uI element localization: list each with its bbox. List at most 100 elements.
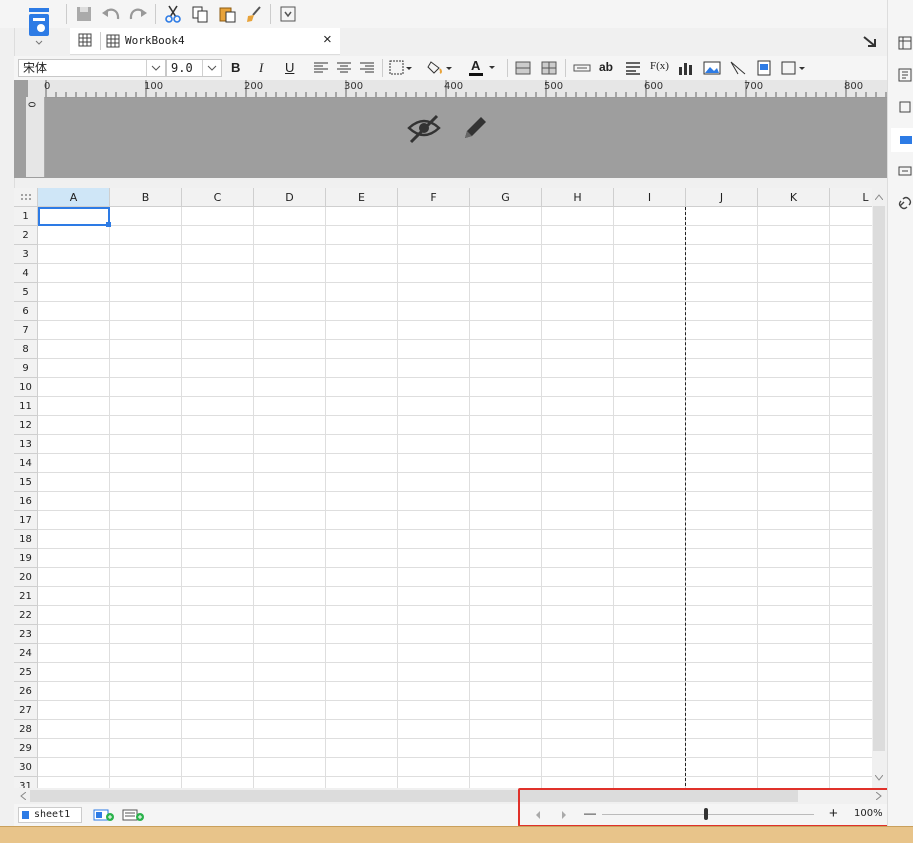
cell-j26[interactable]: [686, 682, 758, 701]
cell-h26[interactable]: [542, 682, 614, 701]
row-header-24[interactable]: 24: [14, 644, 38, 663]
format-painter-icon[interactable]: [243, 4, 265, 24]
cell-l5[interactable]: [830, 283, 872, 302]
hyperlink-icon[interactable]: [896, 194, 913, 212]
cell-b11[interactable]: [110, 397, 182, 416]
cell-c17[interactable]: [182, 511, 254, 530]
cut-icon[interactable]: [162, 4, 184, 24]
text-format-button[interactable]: ab: [599, 60, 613, 74]
cell-k17[interactable]: [758, 511, 830, 530]
cell-b3[interactable]: [110, 245, 182, 264]
cell-d28[interactable]: [254, 720, 326, 739]
cell-b22[interactable]: [110, 606, 182, 625]
cell-g7[interactable]: [470, 321, 542, 340]
cell-g5[interactable]: [470, 283, 542, 302]
cell-d17[interactable]: [254, 511, 326, 530]
cell-i2[interactable]: [614, 226, 686, 245]
cell-e8[interactable]: [326, 340, 398, 359]
align-center-icon[interactable]: [335, 60, 353, 76]
paste-icon[interactable]: [216, 4, 238, 24]
frame-icon[interactable]: [780, 59, 808, 77]
text-field-icon[interactable]: [571, 59, 593, 77]
cell-e25[interactable]: [326, 663, 398, 682]
add-dashboard-icon[interactable]: [122, 807, 146, 823]
cell-i12[interactable]: [614, 416, 686, 435]
cell-g20[interactable]: [470, 568, 542, 587]
row-header-9[interactable]: 9: [14, 359, 38, 378]
cell-a6[interactable]: [38, 302, 110, 321]
cell-a20[interactable]: [38, 568, 110, 587]
cell-l6[interactable]: [830, 302, 872, 321]
cell-f28[interactable]: [398, 720, 470, 739]
cell-l30[interactable]: [830, 758, 872, 777]
cell-f18[interactable]: [398, 530, 470, 549]
cell-f30[interactable]: [398, 758, 470, 777]
cell-i4[interactable]: [614, 264, 686, 283]
cell-f10[interactable]: [398, 378, 470, 397]
preview-icon[interactable]: [277, 4, 299, 24]
cell-a22[interactable]: [38, 606, 110, 625]
cell-l4[interactable]: [830, 264, 872, 283]
cell-e1[interactable]: [326, 207, 398, 226]
cell-k13[interactable]: [758, 435, 830, 454]
cell-i3[interactable]: [614, 245, 686, 264]
cell-g15[interactable]: [470, 473, 542, 492]
cell-e26[interactable]: [326, 682, 398, 701]
cell-f20[interactable]: [398, 568, 470, 587]
cell-l3[interactable]: [830, 245, 872, 264]
cell-k14[interactable]: [758, 454, 830, 473]
cell-e2[interactable]: [326, 226, 398, 245]
cell-b19[interactable]: [110, 549, 182, 568]
cell-b14[interactable]: [110, 454, 182, 473]
cell-i6[interactable]: [614, 302, 686, 321]
cell-i16[interactable]: [614, 492, 686, 511]
cell-g9[interactable]: [470, 359, 542, 378]
row-header-5[interactable]: 5: [14, 283, 38, 302]
cell-a9[interactable]: [38, 359, 110, 378]
cell-g26[interactable]: [470, 682, 542, 701]
cell-d2[interactable]: [254, 226, 326, 245]
cell-j11[interactable]: [686, 397, 758, 416]
left-collapse-strip[interactable]: [0, 0, 15, 826]
save-icon[interactable]: [74, 4, 94, 24]
cell-d3[interactable]: [254, 245, 326, 264]
new-sheet-icon[interactable]: [76, 31, 96, 51]
cell-h10[interactable]: [542, 378, 614, 397]
cell-k26[interactable]: [758, 682, 830, 701]
cell-d30[interactable]: [254, 758, 326, 777]
border-icon[interactable]: [388, 59, 416, 77]
cell-b30[interactable]: [110, 758, 182, 777]
cell-k10[interactable]: [758, 378, 830, 397]
cell-d16[interactable]: [254, 492, 326, 511]
cell-i20[interactable]: [614, 568, 686, 587]
cell-h9[interactable]: [542, 359, 614, 378]
row-header-30[interactable]: 30: [14, 758, 38, 777]
cell-f24[interactable]: [398, 644, 470, 663]
chevron-down-icon[interactable]: [146, 60, 165, 76]
underline-button[interactable]: U: [285, 60, 294, 75]
cell-k12[interactable]: [758, 416, 830, 435]
align-right-icon[interactable]: [358, 60, 376, 76]
cell-j4[interactable]: [686, 264, 758, 283]
copy-icon[interactable]: [189, 4, 211, 24]
cell-f6[interactable]: [398, 302, 470, 321]
cell-f27[interactable]: [398, 701, 470, 720]
spreadsheet-grid[interactable]: A B C D E F G H I J K L 1 2 3 4 5 6 7 8 9 10 11 12 13 14 15 16 17 18 1…: [14, 188, 872, 788]
cell-i24[interactable]: [614, 644, 686, 663]
cell-e14[interactable]: [326, 454, 398, 473]
cell-i22[interactable]: [614, 606, 686, 625]
cell-b24[interactable]: [110, 644, 182, 663]
cell-c29[interactable]: [182, 739, 254, 758]
cell-i13[interactable]: [614, 435, 686, 454]
column-header-c[interactable]: C: [182, 188, 254, 207]
cell-i7[interactable]: [614, 321, 686, 340]
cell-d4[interactable]: [254, 264, 326, 283]
cell-e18[interactable]: [326, 530, 398, 549]
tab-workbook4[interactable]: WorkBook4 ×: [70, 28, 340, 55]
cell-l9[interactable]: [830, 359, 872, 378]
cell-a1[interactable]: [38, 207, 111, 227]
cell-a18[interactable]: [38, 530, 110, 549]
chevron-down-icon[interactable]: [202, 60, 221, 76]
close-tab-icon[interactable]: ×: [323, 31, 332, 48]
column-header-e[interactable]: E: [326, 188, 398, 207]
